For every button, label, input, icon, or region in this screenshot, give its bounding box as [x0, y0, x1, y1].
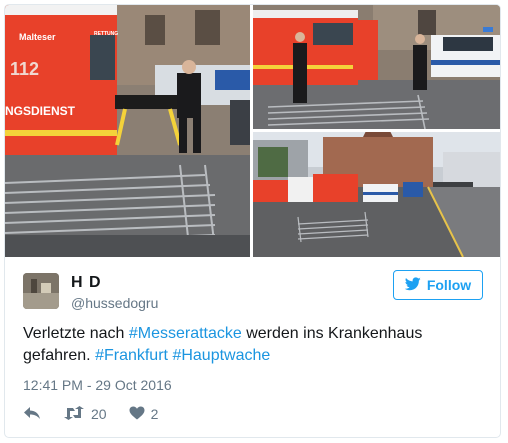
- tweet-actions: 20 2: [23, 403, 180, 425]
- dienst-text: NGSDIENST: [5, 104, 76, 118]
- photo-street-scene[interactable]: [253, 132, 500, 257]
- photo-police-barrier[interactable]: [253, 5, 500, 129]
- tweet-card: Malteser 112 NGSDIENST RETTUNG H D @huss…: [4, 4, 501, 438]
- reply-button[interactable]: [23, 406, 41, 423]
- reply-icon: [23, 406, 41, 423]
- heart-icon: [129, 406, 145, 423]
- follow-button[interactable]: Follow: [393, 270, 483, 300]
- photo-grid: Malteser 112 NGSDIENST RETTUNG: [5, 5, 500, 257]
- retweet-button[interactable]: 20: [63, 405, 107, 423]
- twitter-bird-icon: [404, 276, 421, 294]
- like-button[interactable]: 2: [129, 406, 159, 423]
- follow-label: Follow: [426, 277, 472, 293]
- retweet-icon: [63, 405, 85, 423]
- tweet-header: H D @hussedogru Follow: [23, 270, 483, 314]
- tweet-text-part: Verletzte nach: [23, 325, 129, 342]
- number-text: 112: [10, 59, 39, 79]
- photo-ambulance-stretcher[interactable]: Malteser 112 NGSDIENST RETTUNG: [5, 5, 250, 257]
- rettung-text: RETTUNG: [94, 31, 118, 37]
- user-handle[interactable]: @hussedogru: [71, 295, 158, 311]
- timestamp[interactable]: 12:41 PM - 29 Oct 2016: [23, 377, 172, 393]
- hashtag-frankfurt[interactable]: #Frankfurt: [95, 347, 168, 364]
- retweet-count: 20: [91, 406, 107, 422]
- user-name[interactable]: H D: [71, 274, 102, 292]
- hashtag-hauptwache[interactable]: #Hauptwache: [172, 347, 270, 364]
- malteser-text: Malteser: [19, 32, 56, 42]
- avatar[interactable]: [23, 273, 59, 309]
- like-count: 2: [150, 406, 159, 422]
- tweet-text: Verletzte nach #Messerattacke werden ins…: [23, 323, 491, 367]
- hashtag-messerattacke[interactable]: #Messerattacke: [129, 325, 242, 342]
